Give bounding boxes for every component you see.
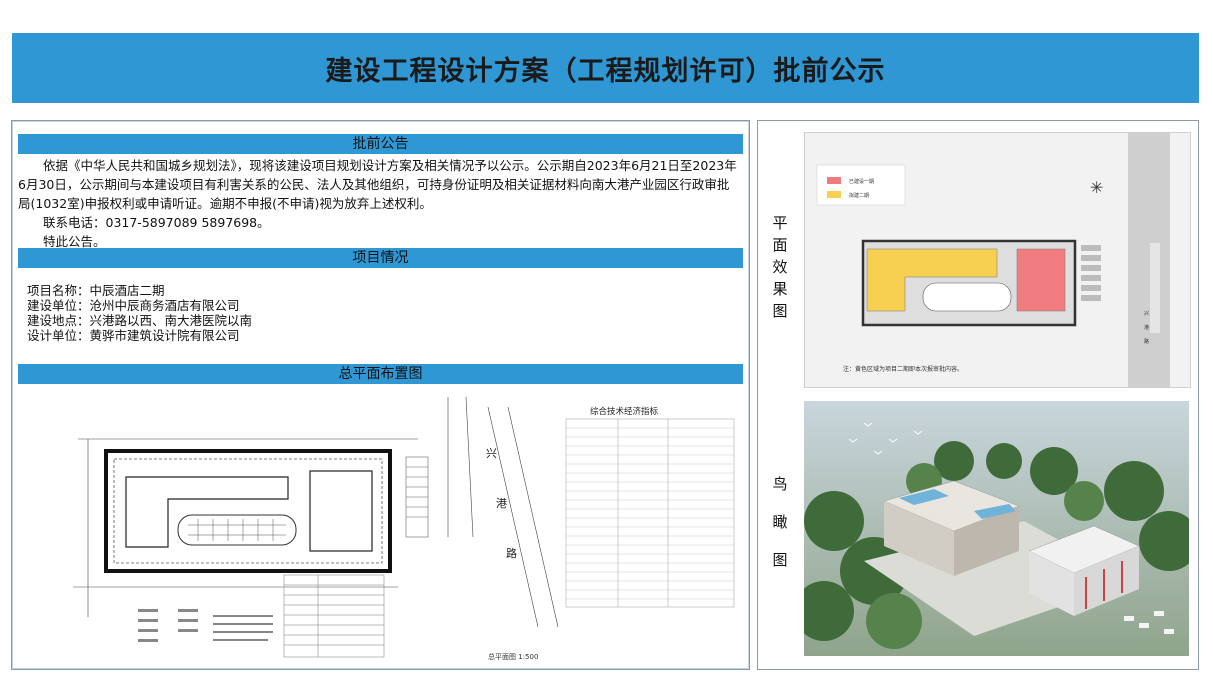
page-title-bar: 建设工程设计方案（工程规划许可）批前公示 xyxy=(12,33,1199,103)
aerial-view-label-text: 鸟瞰图 xyxy=(772,475,788,569)
svg-text:路: 路 xyxy=(1144,338,1149,345)
notice-body: 依据《中华人民共和国城乡规划法》，现将该建设项目规划设计方案及相关情况予以公示。… xyxy=(18,156,738,251)
aerial-view-label: 鸟瞰图 xyxy=(770,465,790,579)
aerial-render xyxy=(804,401,1189,656)
plan-view-label-text: 平面效果图 xyxy=(772,214,788,320)
svg-text:港: 港 xyxy=(496,497,507,510)
site-plan-svg: 兴 港 路 综合技术经济指标 总平面图 1:500 xyxy=(73,396,735,661)
page-title: 建设工程设计方案（工程规划许可）批前公示 xyxy=(325,55,886,87)
project-builder: 建设单位：沧州中辰商务酒店有限公司 xyxy=(27,298,240,313)
notice-paragraph: 依据《中华人民共和国城乡规划法》，现将该建设项目规划设计方案及相关情况予以公示。… xyxy=(18,158,737,211)
plan-view-label: 平面效果图 xyxy=(770,212,790,322)
aerial-render-svg xyxy=(804,401,1189,656)
tech-table-title: 综合技术经济指标 xyxy=(590,406,659,417)
project-heading: 项目情况 xyxy=(18,248,743,268)
north-arrow-icon: ✳ xyxy=(1090,178,1103,197)
plan-render: 已建设一期 拟建二期 ✳ 兴 港 路 注：黄色区域为项目二期即本次报审批内容。 xyxy=(804,132,1191,388)
svg-text:兴: 兴 xyxy=(486,447,497,460)
site-plan-heading: 总平面布置图 xyxy=(18,364,743,384)
plan-render-svg: 已建设一期 拟建二期 ✳ 兴 港 路 注：黄色区域为项目二期即本次报审批内容。 xyxy=(805,133,1190,387)
svg-text:兴: 兴 xyxy=(1144,310,1149,317)
notice-phone: 联系电话：0317-5897089 5897698。 xyxy=(43,215,270,230)
plan-note: 注：黄色区域为项目二期即本次报审批内容。 xyxy=(843,365,963,373)
notice-heading: 批前公告 xyxy=(18,134,743,154)
scale-label: 总平面图 1:500 xyxy=(488,652,538,661)
project-location: 建设地点：兴港路以西、南大港医院以南 xyxy=(27,313,253,328)
site-plan-drawing: 兴 港 路 综合技术经济指标 总平面图 1:500 xyxy=(18,387,740,665)
project-designer: 设计单位：黄骅市建筑设计院有限公司 xyxy=(27,328,240,343)
project-name: 项目名称：中辰酒店二期 xyxy=(27,283,165,298)
svg-text:港: 港 xyxy=(1144,324,1149,331)
legend-phase1: 已建设一期 xyxy=(849,178,874,185)
legend-phase2: 拟建二期 xyxy=(849,192,869,199)
svg-text:路: 路 xyxy=(506,547,517,560)
project-details: 项目名称：中辰酒店二期 建设单位：沧州中辰商务酒店有限公司 建设地点：兴港路以西… xyxy=(27,283,252,343)
